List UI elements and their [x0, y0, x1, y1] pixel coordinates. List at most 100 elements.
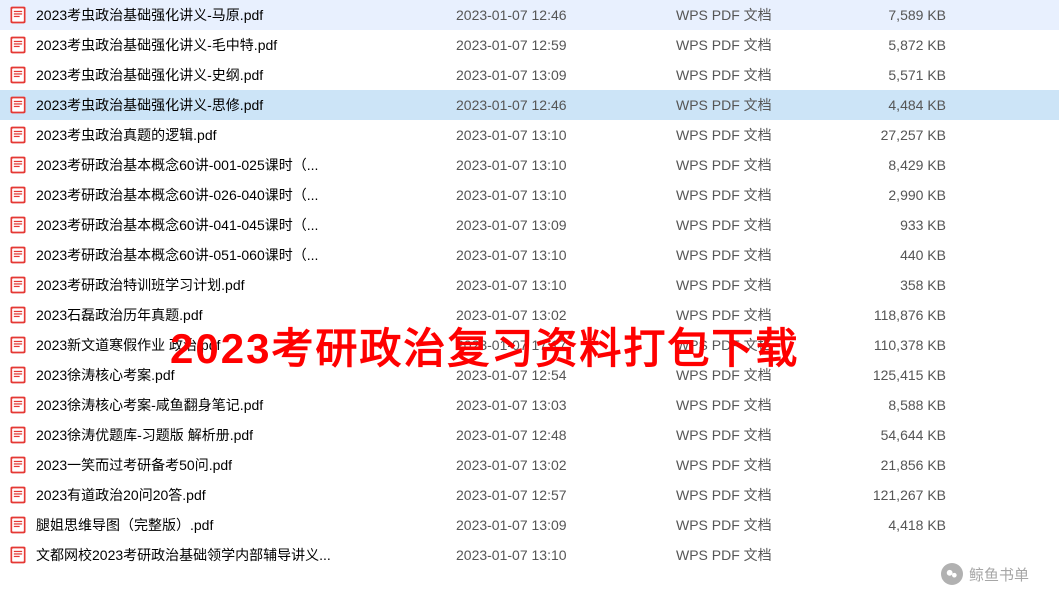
- file-date: 2023-01-07 13:10: [456, 127, 676, 143]
- pdf-file-icon: [8, 245, 28, 265]
- file-date: 2023-01-07 12:48: [456, 427, 676, 443]
- file-row[interactable]: 2023徐涛优题库-习题版 解析册.pdf2023-01-07 12:48WPS…: [0, 420, 1059, 450]
- file-type: WPS PDF 文档: [676, 335, 856, 355]
- file-name: 文都网校2023考研政治基础领学内部辅导讲义...: [36, 545, 456, 565]
- file-row[interactable]: 2023考虫政治基础强化讲义-马原.pdf2023-01-07 12:46WPS…: [0, 0, 1059, 30]
- pdf-file-icon: [8, 215, 28, 235]
- file-row[interactable]: 2023考研政治基本概念60讲-051-060课时（...2023-01-07 …: [0, 240, 1059, 270]
- file-type: WPS PDF 文档: [676, 545, 856, 565]
- pdf-file-icon: [8, 515, 28, 535]
- file-name: 2023考虫政治基础强化讲义-史纲.pdf: [36, 65, 456, 85]
- file-date: 2023-01-07 13:09: [456, 517, 676, 533]
- file-type: WPS PDF 文档: [676, 365, 856, 385]
- file-date: 2023-01-07 12:59: [456, 37, 676, 53]
- file-row[interactable]: 腿姐思维导图（完整版）.pdf2023-01-07 13:09WPS PDF 文…: [0, 510, 1059, 540]
- file-type: WPS PDF 文档: [676, 95, 856, 115]
- file-name: 2023考虫政治真题的逻辑.pdf: [36, 125, 456, 145]
- file-type: WPS PDF 文档: [676, 425, 856, 445]
- file-row[interactable]: 2023考虫政治基础强化讲义-毛中特.pdf2023-01-07 12:59WP…: [0, 30, 1059, 60]
- file-name: 2023石磊政治历年真题.pdf: [36, 305, 456, 325]
- pdf-file-icon: [8, 395, 28, 415]
- pdf-file-icon: [8, 305, 28, 325]
- file-row[interactable]: 文都网校2023考研政治基础领学内部辅导讲义...2023-01-07 13:1…: [0, 540, 1059, 570]
- file-date: 2023-01-07 12:57: [456, 487, 676, 503]
- file-date: 2023-01-07 13:03: [456, 397, 676, 413]
- file-date: 2023-01-07 12:54: [456, 367, 676, 383]
- file-name: 2023考研政治基本概念60讲-001-025课时（...: [36, 155, 456, 175]
- file-row[interactable]: 2023新文道寒假作业 政治.pdf2023-01-07 17:17WPS PD…: [0, 330, 1059, 360]
- pdf-file-icon: [8, 455, 28, 475]
- file-date: 2023-01-07 13:10: [456, 187, 676, 203]
- file-size: 8,429 KB: [856, 157, 966, 173]
- file-type: WPS PDF 文档: [676, 455, 856, 475]
- file-name: 腿姐思维导图（完整版）.pdf: [36, 515, 456, 535]
- file-row[interactable]: 2023石磊政治历年真题.pdf2023-01-07 13:02WPS PDF …: [0, 300, 1059, 330]
- file-size: 8,588 KB: [856, 397, 966, 413]
- file-row[interactable]: 2023徐涛核心考案.pdf2023-01-07 12:54WPS PDF 文档…: [0, 360, 1059, 390]
- file-name: 2023考虫政治基础强化讲义-马原.pdf: [36, 5, 456, 25]
- pdf-file-icon: [8, 5, 28, 25]
- file-name: 2023考虫政治基础强化讲义-毛中特.pdf: [36, 35, 456, 55]
- pdf-file-icon: [8, 185, 28, 205]
- pdf-file-icon: [8, 425, 28, 445]
- file-row[interactable]: 2023考研政治基本概念60讲-001-025课时（...2023-01-07 …: [0, 150, 1059, 180]
- file-row[interactable]: 2023考虫政治基础强化讲义-思修.pdf2023-01-07 12:46WPS…: [0, 90, 1059, 120]
- pdf-file-icon: [8, 335, 28, 355]
- file-date: 2023-01-07 12:46: [456, 97, 676, 113]
- file-row[interactable]: 2023考研政治特训班学习计划.pdf2023-01-07 13:10WPS P…: [0, 270, 1059, 300]
- file-size: 5,571 KB: [856, 67, 966, 83]
- file-type: WPS PDF 文档: [676, 515, 856, 535]
- file-type: WPS PDF 文档: [676, 155, 856, 175]
- file-type: WPS PDF 文档: [676, 485, 856, 505]
- file-list: 2023考虫政治基础强化讲义-马原.pdf2023-01-07 12:46WPS…: [0, 0, 1059, 570]
- file-size: 118,876 KB: [856, 307, 966, 323]
- pdf-file-icon: [8, 125, 28, 145]
- file-date: 2023-01-07 13:10: [456, 157, 676, 173]
- file-size: 440 KB: [856, 247, 966, 263]
- file-type: WPS PDF 文档: [676, 245, 856, 265]
- pdf-file-icon: [8, 65, 28, 85]
- file-name: 2023有道政治20问20答.pdf: [36, 485, 456, 505]
- file-name: 2023一笑而过考研备考50问.pdf: [36, 455, 456, 475]
- file-size: 121,267 KB: [856, 487, 966, 503]
- file-date: 2023-01-07 13:09: [456, 217, 676, 233]
- file-size: 358 KB: [856, 277, 966, 293]
- file-date: 2023-01-07 13:02: [456, 307, 676, 323]
- pdf-file-icon: [8, 35, 28, 55]
- file-row[interactable]: 2023一笑而过考研备考50问.pdf2023-01-07 13:02WPS P…: [0, 450, 1059, 480]
- file-type: WPS PDF 文档: [676, 395, 856, 415]
- file-size: 933 KB: [856, 217, 966, 233]
- file-name: 2023考研政治基本概念60讲-026-040课时（...: [36, 185, 456, 205]
- pdf-file-icon: [8, 545, 28, 565]
- file-name: 2023考研政治特训班学习计划.pdf: [36, 275, 456, 295]
- file-size: 4,418 KB: [856, 517, 966, 533]
- file-name: 2023徐涛核心考案-咸鱼翻身笔记.pdf: [36, 395, 456, 415]
- file-type: WPS PDF 文档: [676, 275, 856, 295]
- file-type: WPS PDF 文档: [676, 5, 856, 25]
- file-size: 2,990 KB: [856, 187, 966, 203]
- file-row[interactable]: 2023考研政治基本概念60讲-041-045课时（...2023-01-07 …: [0, 210, 1059, 240]
- file-row[interactable]: 2023考研政治基本概念60讲-026-040课时（...2023-01-07 …: [0, 180, 1059, 210]
- file-row[interactable]: 2023徐涛核心考案-咸鱼翻身笔记.pdf2023-01-07 13:03WPS…: [0, 390, 1059, 420]
- pdf-file-icon: [8, 275, 28, 295]
- file-size: 21,856 KB: [856, 457, 966, 473]
- file-row[interactable]: 2023考虫政治真题的逻辑.pdf2023-01-07 13:10WPS PDF…: [0, 120, 1059, 150]
- pdf-file-icon: [8, 485, 28, 505]
- pdf-file-icon: [8, 155, 28, 175]
- pdf-file-icon: [8, 95, 28, 115]
- file-row[interactable]: 2023考虫政治基础强化讲义-史纲.pdf2023-01-07 13:09WPS…: [0, 60, 1059, 90]
- file-date: 2023-01-07 13:02: [456, 457, 676, 473]
- file-date: 2023-01-07 17:17: [456, 337, 676, 353]
- file-size: 54,644 KB: [856, 427, 966, 443]
- file-date: 2023-01-07 13:10: [456, 247, 676, 263]
- file-row[interactable]: 2023有道政治20问20答.pdf2023-01-07 12:57WPS PD…: [0, 480, 1059, 510]
- file-type: WPS PDF 文档: [676, 185, 856, 205]
- pdf-file-icon: [8, 365, 28, 385]
- file-date: 2023-01-07 13:10: [456, 277, 676, 293]
- file-name: 2023考研政治基本概念60讲-041-045课时（...: [36, 215, 456, 235]
- file-name: 2023徐涛核心考案.pdf: [36, 365, 456, 385]
- file-type: WPS PDF 文档: [676, 35, 856, 55]
- file-type: WPS PDF 文档: [676, 65, 856, 85]
- file-size: 110,378 KB: [856, 337, 966, 353]
- file-type: WPS PDF 文档: [676, 305, 856, 325]
